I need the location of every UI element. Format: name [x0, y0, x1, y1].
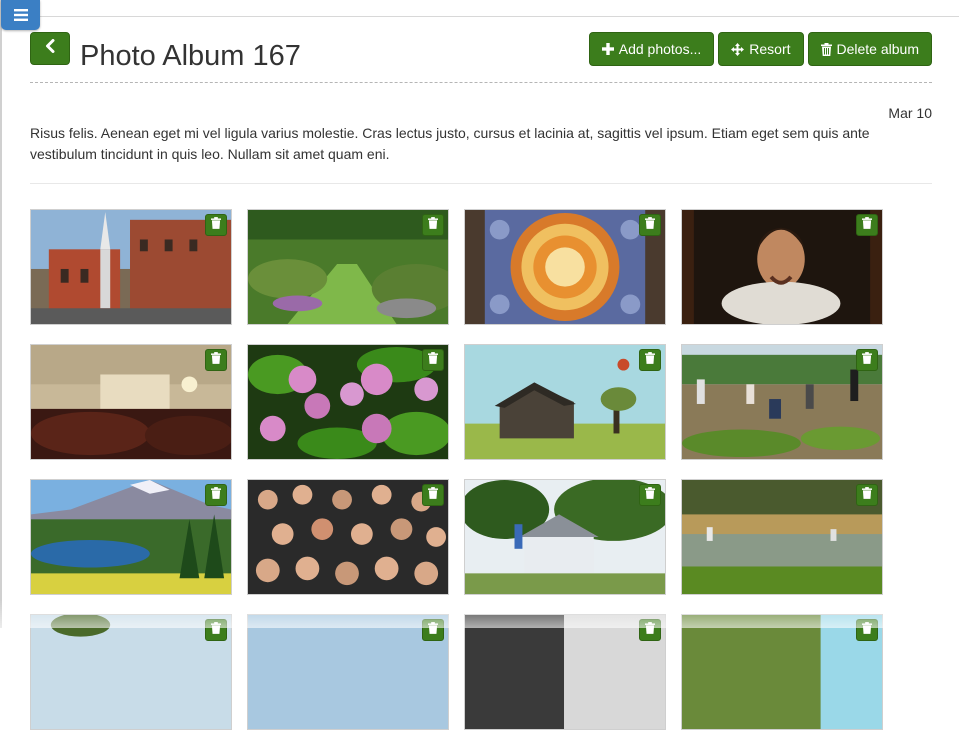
- plus-icon: [601, 43, 614, 55]
- album-actions: Add photos... Resort Delete album: [588, 32, 932, 66]
- photo-image: [248, 210, 448, 324]
- delete-photo-button[interactable]: [205, 484, 227, 506]
- album-date: Mar 10: [888, 105, 932, 121]
- trash-icon: [862, 621, 872, 639]
- photo-image: [31, 480, 231, 594]
- photo-partial-1[interactable]: [30, 614, 232, 730]
- photo-mandala-art[interactable]: [464, 209, 666, 325]
- photo-image: [465, 615, 665, 729]
- delete-photo-button[interactable]: [205, 214, 227, 236]
- photo-church-interior[interactable]: [30, 344, 232, 460]
- photo-crowd-waving[interactable]: [247, 479, 449, 595]
- trash-icon: [862, 351, 872, 369]
- resort-button[interactable]: Resort: [718, 32, 804, 66]
- photo-image: [31, 615, 231, 729]
- photo-partial-2[interactable]: [247, 614, 449, 730]
- trash-icon: [211, 351, 221, 369]
- delete-photo-button[interactable]: [639, 349, 661, 371]
- delete-photo-button[interactable]: [856, 349, 878, 371]
- trash-icon: [645, 621, 655, 639]
- delete-photo-button[interactable]: [422, 349, 444, 371]
- photo-image: [465, 345, 665, 459]
- delete-photo-button[interactable]: [856, 214, 878, 236]
- photo-mountain-lake[interactable]: [30, 479, 232, 595]
- photo-portrait-painting[interactable]: [681, 209, 883, 325]
- top-divider: [40, 16, 959, 17]
- left-border: [0, 0, 2, 628]
- trash-icon: [211, 216, 221, 234]
- trash-icon: [645, 216, 655, 234]
- photo-church-street[interactable]: [30, 209, 232, 325]
- photo-image: [682, 615, 882, 729]
- trash-icon: [820, 42, 832, 56]
- trash-icon: [645, 351, 655, 369]
- trash-icon: [428, 351, 438, 369]
- photo-old-house-field[interactable]: [464, 344, 666, 460]
- photo-grid: [30, 209, 930, 730]
- chevron-left-icon: [45, 39, 55, 58]
- trash-icon: [211, 621, 221, 639]
- photo-image: [682, 210, 882, 324]
- delete-photo-button[interactable]: [205, 349, 227, 371]
- photo-image: [465, 480, 665, 594]
- photo-creek-wetland[interactable]: [681, 479, 883, 595]
- delete-photo-button[interactable]: [856, 619, 878, 641]
- delete-album-button[interactable]: Delete album: [807, 32, 932, 66]
- delete-photo-button[interactable]: [856, 484, 878, 506]
- album-description: Risus felis. Aenean eget mi vel ligula v…: [30, 125, 870, 162]
- photo-water-lilies[interactable]: [247, 344, 449, 460]
- description-divider: [30, 183, 932, 184]
- move-icon: [731, 42, 745, 56]
- delete-photo-button[interactable]: [422, 214, 444, 236]
- trash-icon: [428, 621, 438, 639]
- add-photos-button[interactable]: Add photos...: [588, 32, 715, 66]
- photo-image: [682, 480, 882, 594]
- delete-photo-button[interactable]: [205, 619, 227, 641]
- photo-partial-4[interactable]: [681, 614, 883, 730]
- trash-icon: [211, 486, 221, 504]
- photo-image: [682, 345, 882, 459]
- trash-icon: [862, 216, 872, 234]
- delete-photo-button[interactable]: [422, 484, 444, 506]
- add-photos-label: Add photos...: [618, 41, 702, 57]
- delete-photo-button[interactable]: [422, 619, 444, 641]
- photo-image: [248, 345, 448, 459]
- trash-icon: [862, 486, 872, 504]
- trash-icon: [428, 486, 438, 504]
- hamburger-icon: [13, 9, 28, 21]
- delete-album-label: Delete album: [836, 41, 920, 57]
- resort-label: Resort: [749, 41, 791, 57]
- header-divider: [30, 82, 932, 83]
- photo-image: [465, 210, 665, 324]
- delete-photo-button[interactable]: [639, 214, 661, 236]
- photo-partial-3[interactable]: [464, 614, 666, 730]
- back-button[interactable]: [30, 32, 70, 65]
- photo-garden-path[interactable]: [247, 209, 449, 325]
- trash-icon: [645, 486, 655, 504]
- photo-victorian-house-trees[interactable]: [464, 479, 666, 595]
- photo-gardeners-working[interactable]: [681, 344, 883, 460]
- photo-image: [31, 210, 231, 324]
- delete-photo-button[interactable]: [639, 619, 661, 641]
- menu-toggle-button[interactable]: [1, 0, 40, 30]
- page-title: Photo Album 167: [80, 40, 301, 72]
- photo-image: [248, 480, 448, 594]
- trash-icon: [428, 216, 438, 234]
- delete-photo-button[interactable]: [639, 484, 661, 506]
- photo-image: [248, 615, 448, 729]
- photo-image: [31, 345, 231, 459]
